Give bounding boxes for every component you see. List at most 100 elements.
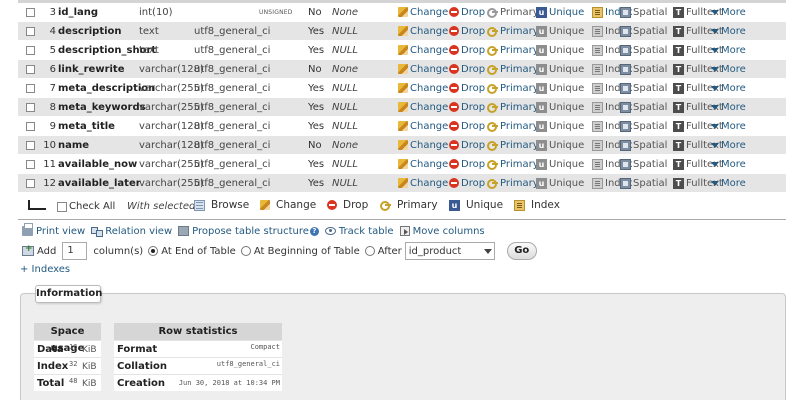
row-unique-action[interactable]: u Unique [536,63,584,75]
row-unique-action[interactable]: u Unique [536,120,584,132]
bulk-primary-button[interactable]: Primary [380,199,438,211]
go-button[interactable]: Go [506,242,537,260]
row-primary-action[interactable]: Primary [487,7,539,18]
row-checkbox[interactable] [26,8,35,17]
row-more-action[interactable]: More [711,140,746,151]
row-drop-action[interactable]: Drop [449,83,485,94]
bulk-unique-button[interactable]: u Unique [449,199,503,211]
row-spatial-action[interactable]: Spatial [620,101,667,113]
after-column-select[interactable]: id_product [404,242,495,260]
after-option[interactable]: After [364,246,402,257]
row-change-action[interactable]: Change [398,159,448,170]
row-checkbox[interactable] [26,27,35,36]
row-primary-action[interactable]: Primary [487,121,539,132]
row-unique-action[interactable]: u Unique [536,158,584,170]
at-beginning-radio[interactable] [240,246,251,256]
column-name[interactable]: meta_title [58,121,115,132]
row-change-action[interactable]: Change [398,64,448,75]
help-icon[interactable]: ? [309,226,319,236]
column-name[interactable]: available_later [58,178,141,189]
column-name[interactable]: link_rewrite [58,64,125,75]
row-primary-action[interactable]: Primary [487,83,539,94]
row-primary-action[interactable]: Primary [487,45,539,56]
row-primary-action[interactable]: Primary [487,178,539,189]
row-checkbox[interactable] [26,122,35,131]
row-unique-action[interactable]: u Unique [536,25,584,37]
row-more-action[interactable]: More [711,102,746,113]
row-unique-action[interactable]: u Unique [536,82,584,94]
row-drop-action[interactable]: Drop [449,26,485,37]
row-primary-action[interactable]: Primary [487,159,539,170]
at-end-option[interactable]: At End of Table [148,246,236,257]
row-primary-action[interactable]: Primary [487,26,539,37]
row-spatial-action[interactable]: Spatial [620,139,667,151]
row-drop-action[interactable]: Drop [449,64,485,75]
row-spatial-action[interactable]: Spatial [620,158,667,170]
row-spatial-action[interactable]: Spatial [620,120,667,132]
row-more-action[interactable]: More [711,83,746,94]
row-change-action[interactable]: Change [398,45,448,56]
bulk-browse-button[interactable]: Browse [194,199,249,211]
row-unique-action[interactable]: u Unique [536,44,584,56]
row-checkbox[interactable] [26,141,35,150]
check-all-label[interactable]: Check All [69,201,115,212]
column-name[interactable]: description [58,26,122,37]
at-beginning-option[interactable]: At Beginning of Table [240,246,360,257]
row-more-action[interactable]: More [711,26,746,37]
row-more-action[interactable]: More [711,45,746,56]
bulk-change-button[interactable]: Change [260,199,316,211]
row-unique-action[interactable]: u Unique [536,6,584,18]
column-name[interactable]: available_now [58,159,137,170]
row-change-action[interactable]: Change [398,140,448,151]
row-more-action[interactable]: More [711,7,746,18]
row-unique-action[interactable]: u Unique [536,101,584,113]
row-drop-action[interactable]: Drop [449,121,485,132]
row-checkbox[interactable] [26,46,35,55]
row-checkbox[interactable] [26,103,35,112]
row-spatial-action[interactable]: Spatial [620,6,667,18]
indexes-link[interactable]: + Indexes [20,264,70,275]
row-checkbox[interactable] [26,179,35,188]
propose-structure-link[interactable]: Propose table structure [178,226,309,237]
row-drop-action[interactable]: Drop [449,159,485,170]
column-name[interactable]: name [58,140,89,151]
row-spatial-action[interactable]: Spatial [620,44,667,56]
row-drop-action[interactable]: Drop [449,45,485,56]
row-more-action[interactable]: More [711,159,746,170]
row-checkbox[interactable] [26,160,35,169]
column-name[interactable]: meta_keywords [58,102,146,113]
row-primary-action[interactable]: Primary [487,102,539,113]
row-change-action[interactable]: Change [398,178,448,189]
row-drop-action[interactable]: Drop [449,102,485,113]
relation-view-link[interactable]: Relation view [91,226,172,237]
row-more-action[interactable]: More [711,64,746,75]
row-change-action[interactable]: Change [398,26,448,37]
row-drop-action[interactable]: Drop [449,140,485,151]
row-spatial-action[interactable]: Spatial [620,177,667,189]
row-checkbox[interactable] [26,65,35,74]
row-primary-action[interactable]: Primary [487,140,539,151]
row-spatial-action[interactable]: Spatial [620,63,667,75]
bulk-index-button[interactable]: Index [514,199,560,211]
row-checkbox[interactable] [26,84,35,93]
row-change-action[interactable]: Change [398,7,448,18]
check-all-checkbox[interactable] [57,202,67,212]
row-unique-action[interactable]: u Unique [536,139,584,151]
after-radio[interactable] [364,246,375,256]
column-count-input[interactable]: 1 [62,242,88,260]
row-spatial-action[interactable]: Spatial [620,25,667,37]
row-spatial-action[interactable]: Spatial [620,82,667,94]
move-columns-link[interactable]: Move columns [399,226,485,237]
print-view-link[interactable]: Print view [22,223,85,237]
row-change-action[interactable]: Change [398,121,448,132]
track-table-link[interactable]: Track table [324,226,394,237]
column-name[interactable]: id_lang [58,7,98,18]
row-primary-action[interactable]: Primary [487,64,539,75]
row-more-action[interactable]: More [711,178,746,189]
row-change-action[interactable]: Change [398,83,448,94]
row-more-action[interactable]: More [711,121,746,132]
at-end-radio[interactable] [148,246,159,256]
row-unique-action[interactable]: u Unique [536,177,584,189]
row-change-action[interactable]: Change [398,102,448,113]
row-drop-action[interactable]: Drop [449,7,485,18]
